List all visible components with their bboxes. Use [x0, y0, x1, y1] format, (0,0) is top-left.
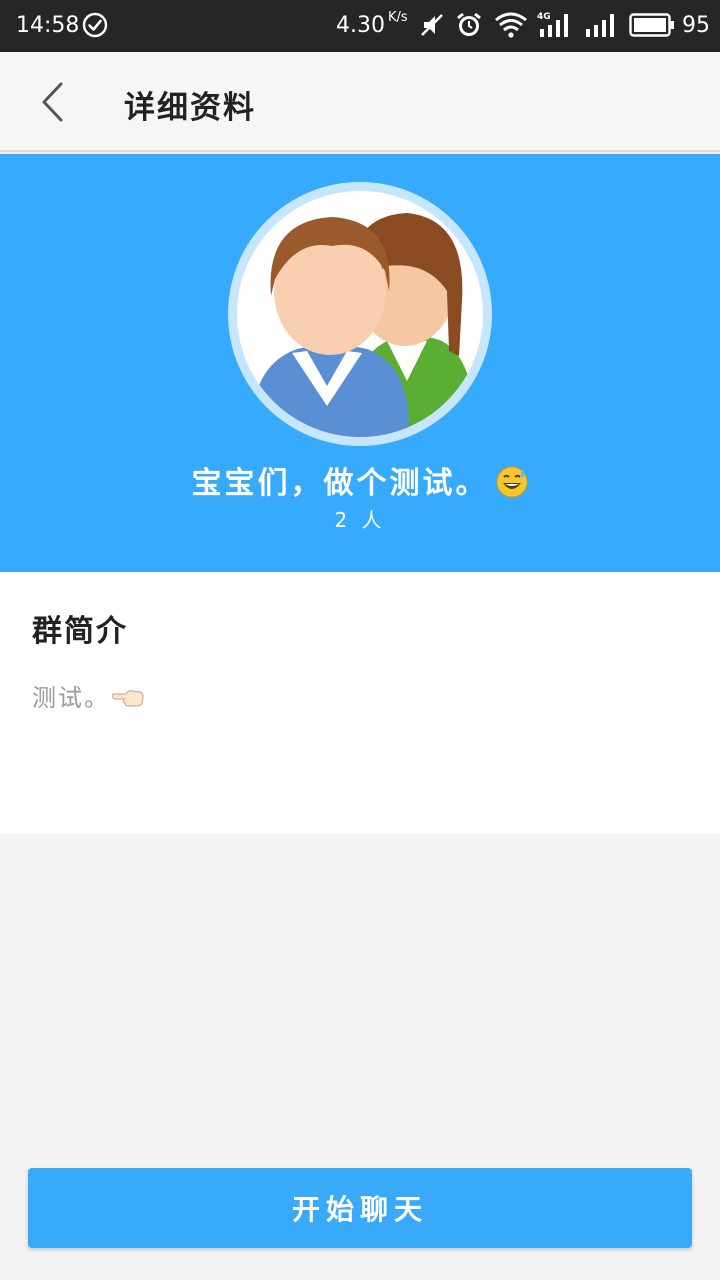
status-bar: 14:58 4.30 K/s 4G 95	[0, 0, 720, 52]
intro-text: 测试。	[32, 678, 144, 713]
alarm-icon	[457, 12, 481, 36]
back-button[interactable]	[30, 76, 80, 128]
chevron-left-icon	[42, 82, 63, 122]
signal-4g-icon	[540, 14, 568, 37]
start-chat-button[interactable]: 开始聊天	[28, 1168, 692, 1248]
intro-text-content: 测试。	[32, 684, 110, 712]
profile-banner: 宝宝们，做个测试。 2 人	[0, 154, 720, 572]
mute-icon	[421, 14, 443, 36]
battery-level: 95	[682, 13, 710, 38]
group-name: 宝宝们，做个测试。	[0, 458, 720, 502]
intro-title: 群简介	[32, 614, 128, 649]
group-avatar-icon	[251, 213, 476, 437]
member-count: 2 人	[334, 508, 386, 532]
signal-icon	[586, 14, 614, 37]
pointing-left-emoji	[112, 690, 144, 707]
group-intro-section: 群简介 测试。	[0, 572, 720, 834]
group-avatar[interactable]	[237, 191, 483, 437]
page-title: 详细资料	[124, 90, 256, 126]
group-name-text: 宝宝们，做个测试。	[191, 466, 489, 501]
sweat-smile-emoji	[496, 466, 527, 498]
battery-icon	[629, 13, 674, 37]
wifi-icon	[495, 12, 527, 38]
header-bar: 详细资料	[0, 52, 720, 152]
check-circle-icon	[82, 12, 108, 38]
screen: 14:58 4.30 K/s 4G 95 详细资料 宝宝们，做个测试。 2 人 …	[0, 0, 720, 1280]
net-speed: 4.30	[336, 13, 385, 38]
net-speed-unit: K/s	[388, 10, 408, 25]
status-time: 14:58	[16, 13, 80, 38]
